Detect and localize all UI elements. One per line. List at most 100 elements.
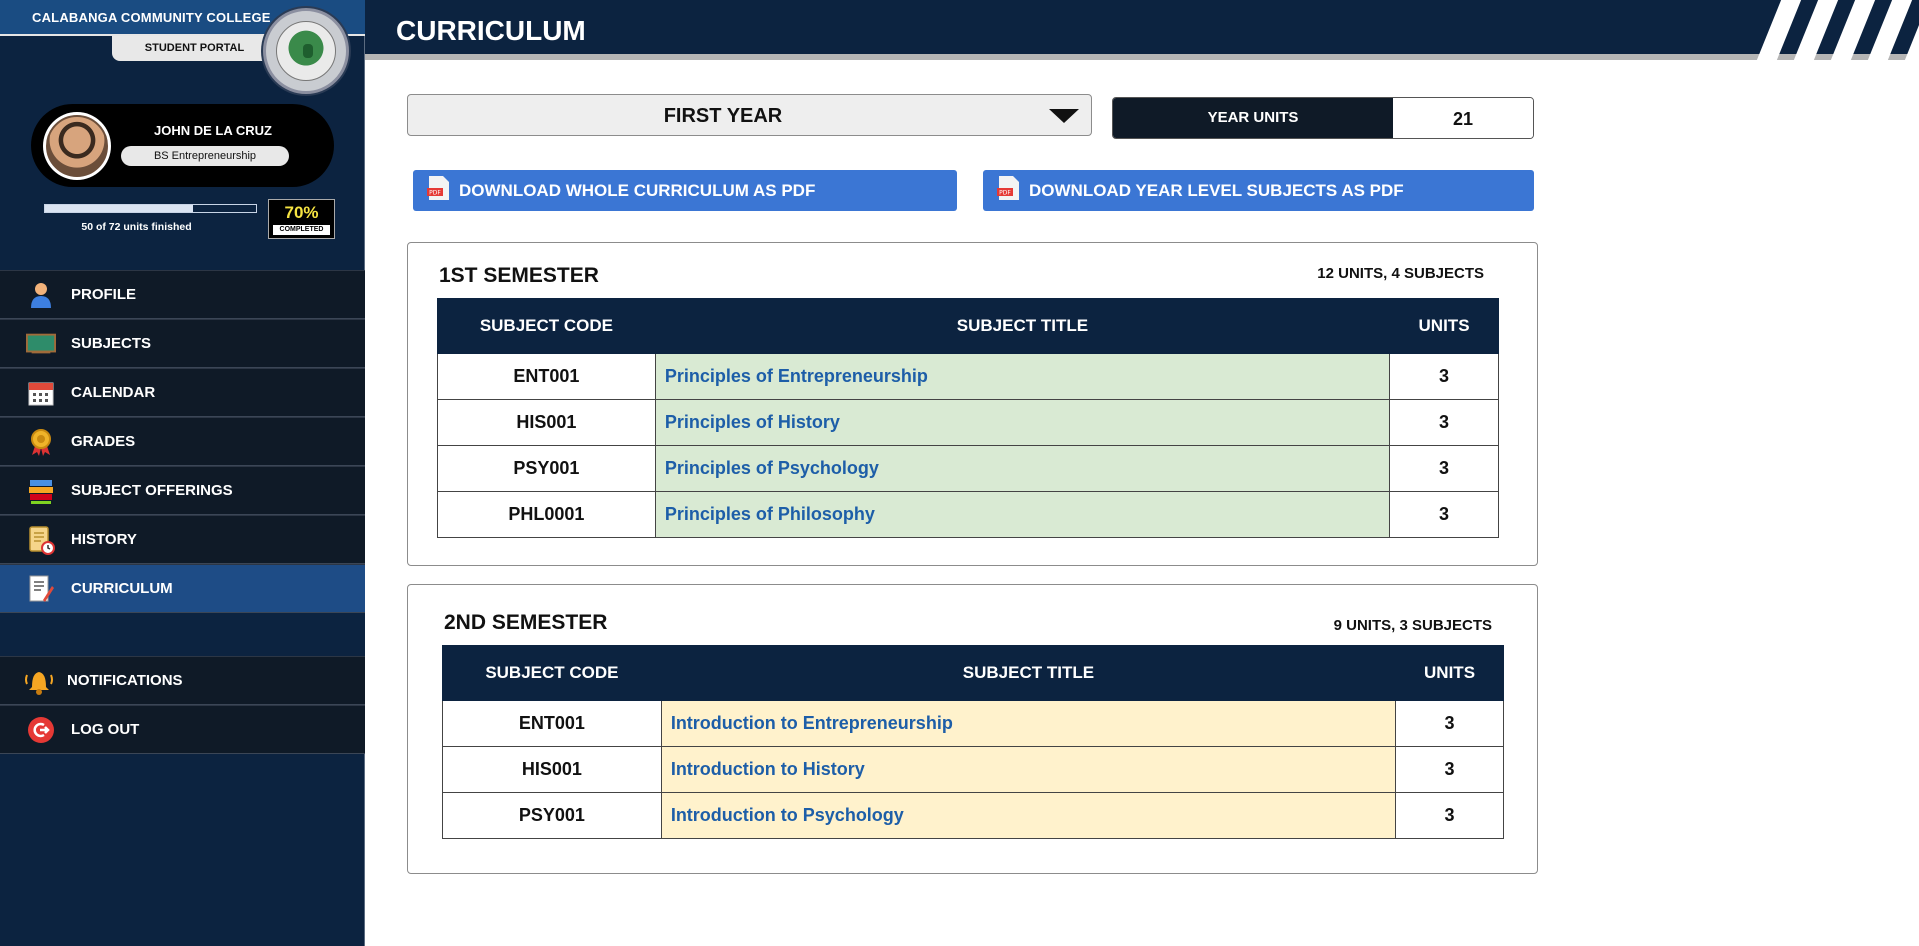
header-stripes-decoration (1749, 0, 1919, 60)
pdf-icon: PDF (997, 175, 1021, 206)
table-row: HIS001 Principles of History 3 (437, 399, 1499, 446)
subject-title-link[interactable]: Introduction to Entrepreneurship (660, 700, 1397, 747)
logout-icon (26, 715, 56, 745)
subject-title-link[interactable]: Introduction to History (660, 746, 1397, 793)
sidebar-item-label: SUBJECT OFFERINGS (71, 482, 233, 499)
semester-summary: 9 UNITS, 3 SUBJECTS (1333, 617, 1492, 634)
document-pencil-icon (26, 574, 56, 604)
sidebar-item-calendar[interactable]: CALENDAR (0, 368, 365, 417)
table-row: PSY001 Principles of Psychology 3 (437, 445, 1499, 492)
sidebar-item-profile[interactable]: PROFILE (0, 270, 365, 319)
table-row: ENT001 Principles of Entrepreneurship 3 (437, 353, 1499, 400)
subject-title-link[interactable]: Introduction to Psychology (660, 792, 1397, 839)
year-units-value: 21 (1393, 98, 1533, 138)
bell-icon (24, 666, 54, 696)
profile-card[interactable]: JOHN DE LA CRUZ BS Entrepreneurship (31, 104, 334, 187)
subject-code: ENT001 (442, 700, 662, 747)
subject-code: PSY001 (437, 445, 656, 492)
subject-units: 3 (1389, 399, 1499, 446)
table-row: PSY001 Introduction to Psychology 3 (442, 792, 1504, 839)
sidebar-item-subjects[interactable]: SUBJECTS (0, 319, 365, 368)
column-header-title: SUBJECT TITLE (654, 298, 1391, 354)
column-header-code: SUBJECT CODE (442, 645, 662, 701)
semester-card-1: 1ST SEMESTER 12 UNITS, 4 SUBJECTS SUBJEC… (407, 242, 1538, 566)
download-whole-curriculum-button[interactable]: PDF DOWNLOAD WHOLE CURRICULUM AS PDF (413, 170, 957, 211)
semester-title: 1ST SEMESTER (439, 264, 599, 287)
subject-code: PHL0001 (437, 491, 656, 538)
year-units-label: YEAR UNITS (1113, 98, 1393, 138)
user-name: JOHN DE LA CRUZ (154, 123, 272, 138)
sidebar-item-label: HISTORY (71, 531, 137, 548)
pdf-icon: PDF (427, 175, 451, 206)
nav-spacer (0, 613, 365, 656)
sidebar-item-label: LOG OUT (71, 721, 140, 738)
table-row: ENT001 Introduction to Entrepreneurship … (442, 700, 1504, 747)
subject-units: 3 (1395, 746, 1504, 793)
subject-code: HIS001 (442, 746, 662, 793)
sidebar-item-notifications[interactable]: NOTIFICATIONS (0, 656, 365, 705)
sidebar-item-grades[interactable]: GRADES (0, 417, 365, 466)
user-program: BS Entrepreneurship (121, 146, 289, 166)
download-whole-label: DOWNLOAD WHOLE CURRICULUM AS PDF (459, 180, 816, 200)
semester-summary: 12 UNITS, 4 SUBJECTS (1317, 265, 1484, 282)
subject-units: 3 (1389, 353, 1499, 400)
table-header-row: SUBJECT CODE SUBJECT TITLE UNITS (437, 298, 1499, 354)
sidebar-item-label: CALENDAR (71, 384, 156, 401)
chalkboard-icon (26, 329, 56, 359)
sidebar-nav: PROFILE SUBJECTS CALENDAR GRADES SUBJECT… (0, 270, 365, 754)
subject-title-link[interactable]: Principles of Philosophy (654, 491, 1391, 538)
subject-title-link[interactable]: Principles of Entrepreneurship (654, 353, 1391, 400)
units-progress-text: 50 of 72 units finished (81, 221, 192, 233)
books-icon (26, 476, 56, 506)
completion-label: COMPLETED (273, 225, 330, 235)
svg-text:PDF: PDF (999, 190, 1011, 197)
subject-code: HIS001 (437, 399, 656, 446)
calendar-icon (26, 378, 56, 408)
medal-icon (26, 427, 56, 457)
sidebar-item-label: PROFILE (71, 286, 137, 303)
subjects-table: SUBJECT CODE SUBJECT TITLE UNITS ENT001 … (442, 645, 1504, 839)
subjects-table: SUBJECT CODE SUBJECT TITLE UNITS ENT001 … (437, 298, 1499, 538)
sidebar: CALABANGA COMMUNITY COLLEGE STUDENT PORT… (0, 0, 365, 946)
sidebar-item-history[interactable]: HISTORY (0, 515, 365, 564)
download-year-level-button[interactable]: PDF DOWNLOAD YEAR LEVEL SUBJECTS AS PDF (983, 170, 1534, 211)
semester-card-2: 2ND SEMESTER 9 UNITS, 3 SUBJECTS SUBJECT… (407, 584, 1538, 874)
page-header: CURRICULUM (365, 0, 1919, 60)
subject-units: 3 (1389, 491, 1499, 538)
page-title: CURRICULUM (396, 15, 586, 46)
subject-title-link[interactable]: Principles of History (654, 399, 1391, 446)
column-header-units: UNITS (1389, 298, 1499, 354)
completion-percent-box: 70% COMPLETED (268, 199, 335, 239)
download-year-label: DOWNLOAD YEAR LEVEL SUBJECTS AS PDF (1029, 180, 1404, 200)
subject-code: PSY001 (442, 792, 662, 839)
chevron-down-icon (1049, 109, 1079, 123)
semester-title: 2ND SEMESTER (444, 611, 608, 634)
table-header-row: SUBJECT CODE SUBJECT TITLE UNITS (442, 645, 1504, 701)
year-units-box: YEAR UNITS 21 (1112, 97, 1534, 139)
table-row: PHL0001 Principles of Philosophy 3 (437, 491, 1499, 538)
scroll-clock-icon (26, 525, 56, 555)
column-header-title: SUBJECT TITLE (660, 645, 1397, 701)
year-level-select[interactable]: FIRST YEAR (407, 94, 1092, 136)
sidebar-item-label: NOTIFICATIONS (67, 672, 183, 689)
subject-units: 3 (1395, 792, 1504, 839)
user-icon (26, 280, 56, 310)
svg-text:PDF: PDF (429, 190, 441, 197)
subject-units: 3 (1395, 700, 1504, 747)
subject-title-link[interactable]: Principles of Psychology (654, 445, 1391, 492)
portal-label: STUDENT PORTAL (112, 36, 277, 61)
sidebar-item-subject-offerings[interactable]: SUBJECT OFFERINGS (0, 466, 365, 515)
sidebar-item-label: GRADES (71, 433, 136, 450)
sidebar-item-logout[interactable]: LOG OUT (0, 705, 365, 754)
column-header-units: UNITS (1395, 645, 1504, 701)
completion-percent: 70% (284, 203, 319, 222)
sidebar-item-curriculum[interactable]: CURRICULUM (0, 564, 365, 613)
column-header-code: SUBJECT CODE (437, 298, 656, 354)
college-name: CALABANGA COMMUNITY COLLEGE (32, 10, 271, 25)
subject-units: 3 (1389, 445, 1499, 492)
units-progress-fill (45, 205, 193, 212)
units-progress-bar (44, 204, 257, 213)
sidebar-item-label: SUBJECTS (71, 335, 152, 352)
year-level-selected: FIRST YEAR (663, 105, 783, 127)
sidebar-item-label: CURRICULUM (71, 580, 173, 597)
